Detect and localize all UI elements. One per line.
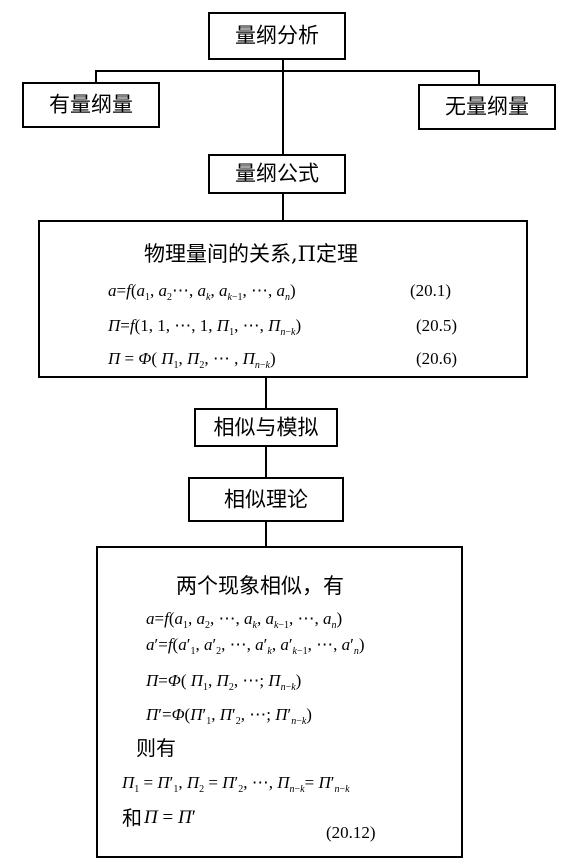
equation-a: a=f(a1, a2, ⋯, ak, ak−1, ⋯, an): [146, 609, 343, 631]
equation-number: (20.5): [416, 316, 458, 335]
node-label: 无量纲量: [445, 94, 529, 119]
node-similarity-theory: 相似理论: [188, 477, 344, 522]
similarity-conditions-box: 两个现象相似，有 a=f(a1, a2, ⋯, ak, ak−1, ⋯, an)…: [96, 546, 463, 858]
equation-number: (20.6): [416, 349, 458, 368]
node-dimensional-formula: 量纲公式: [208, 154, 346, 194]
node-label: 有量纲量: [49, 92, 133, 117]
similarity-heading: 两个现象相似，有: [176, 574, 344, 598]
and-label: 和: [122, 806, 142, 830]
node-label: 相似与模拟: [213, 415, 319, 439]
equation-a-prime: a′=f(a′1, a′2, ⋯, a′k, a′k−1, ⋯, a′n): [146, 635, 365, 657]
connector-pi-to-similarity: [265, 378, 267, 408]
equation-pi-equality: Π1 = Π′1, Π2 = Π′2, ⋯, Πn−k= Π′n−k: [122, 773, 350, 795]
equation-pi-final: Π = Π′: [144, 807, 196, 828]
equation-pi: Π=Φ( Π1, Π2, ⋯; Πn−k): [146, 671, 302, 693]
node-dimensional-analysis: 量纲分析: [208, 12, 346, 60]
node-label: 量纲公式: [235, 161, 319, 186]
connector-right-branch: [478, 70, 480, 84]
connector-horizontal: [95, 70, 480, 72]
equation-20-5: Π=f(1, 1, ⋯, 1, Π1, ⋯, Πn−k): [108, 316, 302, 338]
equation-20-1: a=f(a1, a2⋯, ak, ak−1, ⋯, an): [108, 281, 296, 303]
equation-20-6: Π = Φ( Π1, Π2, ⋯ , Πn−k): [108, 349, 276, 371]
node-label: 相似理论: [224, 487, 308, 511]
equation-number: (20.1): [410, 281, 452, 300]
pi-heading: 物理量间的关系,Π定理: [144, 242, 358, 266]
pi-theorem-box: 物理量间的关系,Π定理 a=f(a1, a2⋯, ak, ak−1, ⋯, an…: [38, 220, 528, 378]
equation-pi-prime: Π′=Φ(Π′1, Π′2, ⋯; Π′n−k): [146, 705, 312, 727]
then-label: 则有: [136, 736, 176, 760]
node-similarity-modeling: 相似与模拟: [194, 408, 338, 447]
connector-theory-to-box: [265, 522, 267, 546]
equation-number: (20.12): [326, 823, 376, 842]
node-dimensional-quantity: 有量纲量: [22, 82, 160, 128]
connector-left-branch: [95, 70, 97, 82]
node-label: 量纲分析: [235, 23, 319, 48]
connector-similarity-to-theory: [265, 447, 267, 477]
connector-formula-to-pi: [282, 194, 284, 220]
node-dimensionless-quantity: 无量纲量: [418, 84, 556, 130]
connector-mid: [282, 72, 284, 154]
